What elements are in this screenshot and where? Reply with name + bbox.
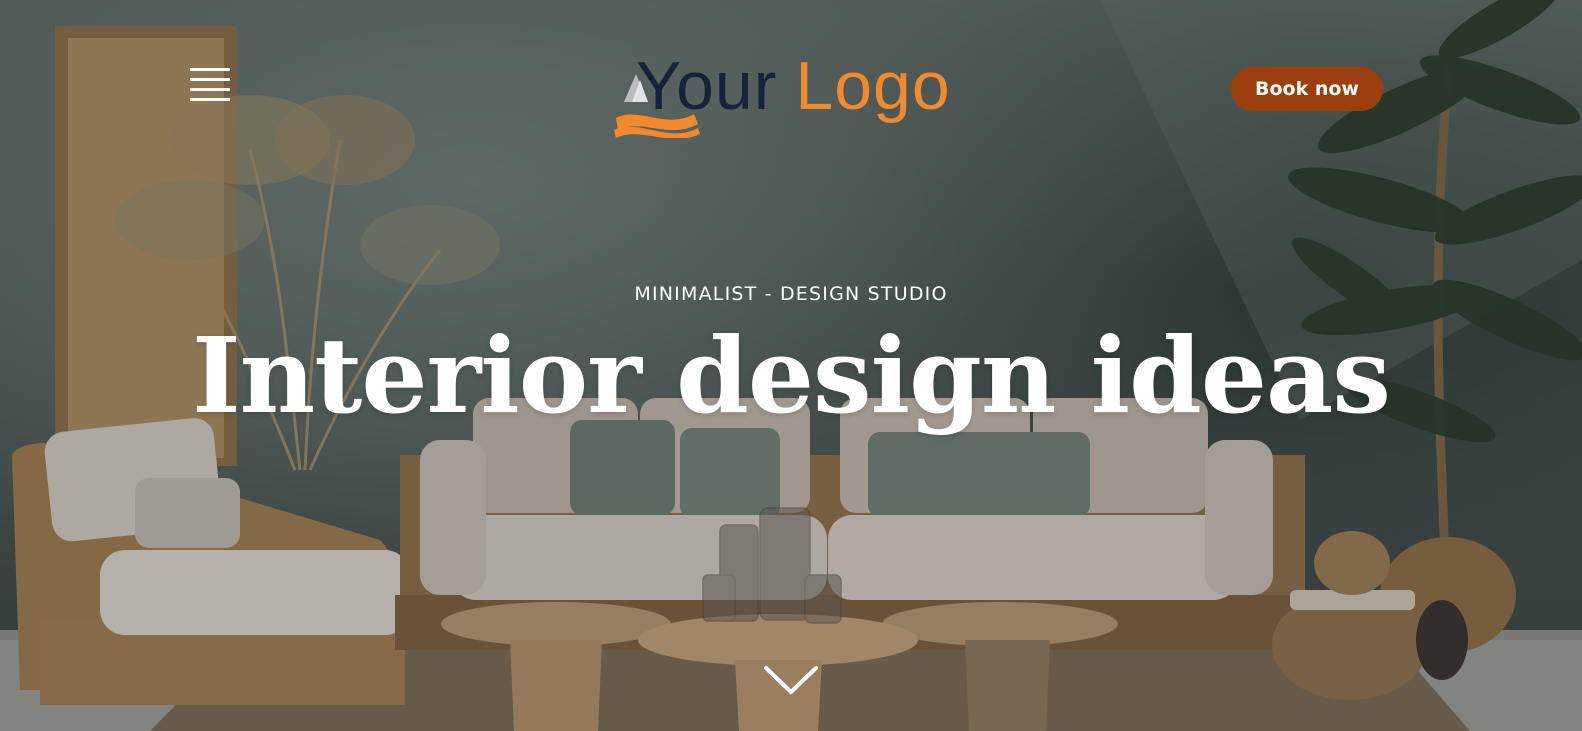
hamburger-menu-icon[interactable] — [190, 66, 232, 110]
logo-wordmark: Your Logo — [636, 46, 951, 126]
hero-section: Your Logo Book now MINIMALIST - DESIGN ST… — [0, 0, 1582, 731]
chevron-down-icon[interactable] — [762, 664, 820, 696]
site-logo[interactable]: Your Logo — [614, 46, 964, 138]
hero-headline: Interior design ideas — [192, 314, 1391, 437]
logo-text-dark: Your — [636, 48, 778, 124]
book-now-button[interactable]: Book now — [1231, 67, 1383, 111]
hero-eyebrow: MINIMALIST - DESIGN STUDIO — [634, 283, 948, 305]
logo-text-accent: Logo — [795, 48, 951, 124]
